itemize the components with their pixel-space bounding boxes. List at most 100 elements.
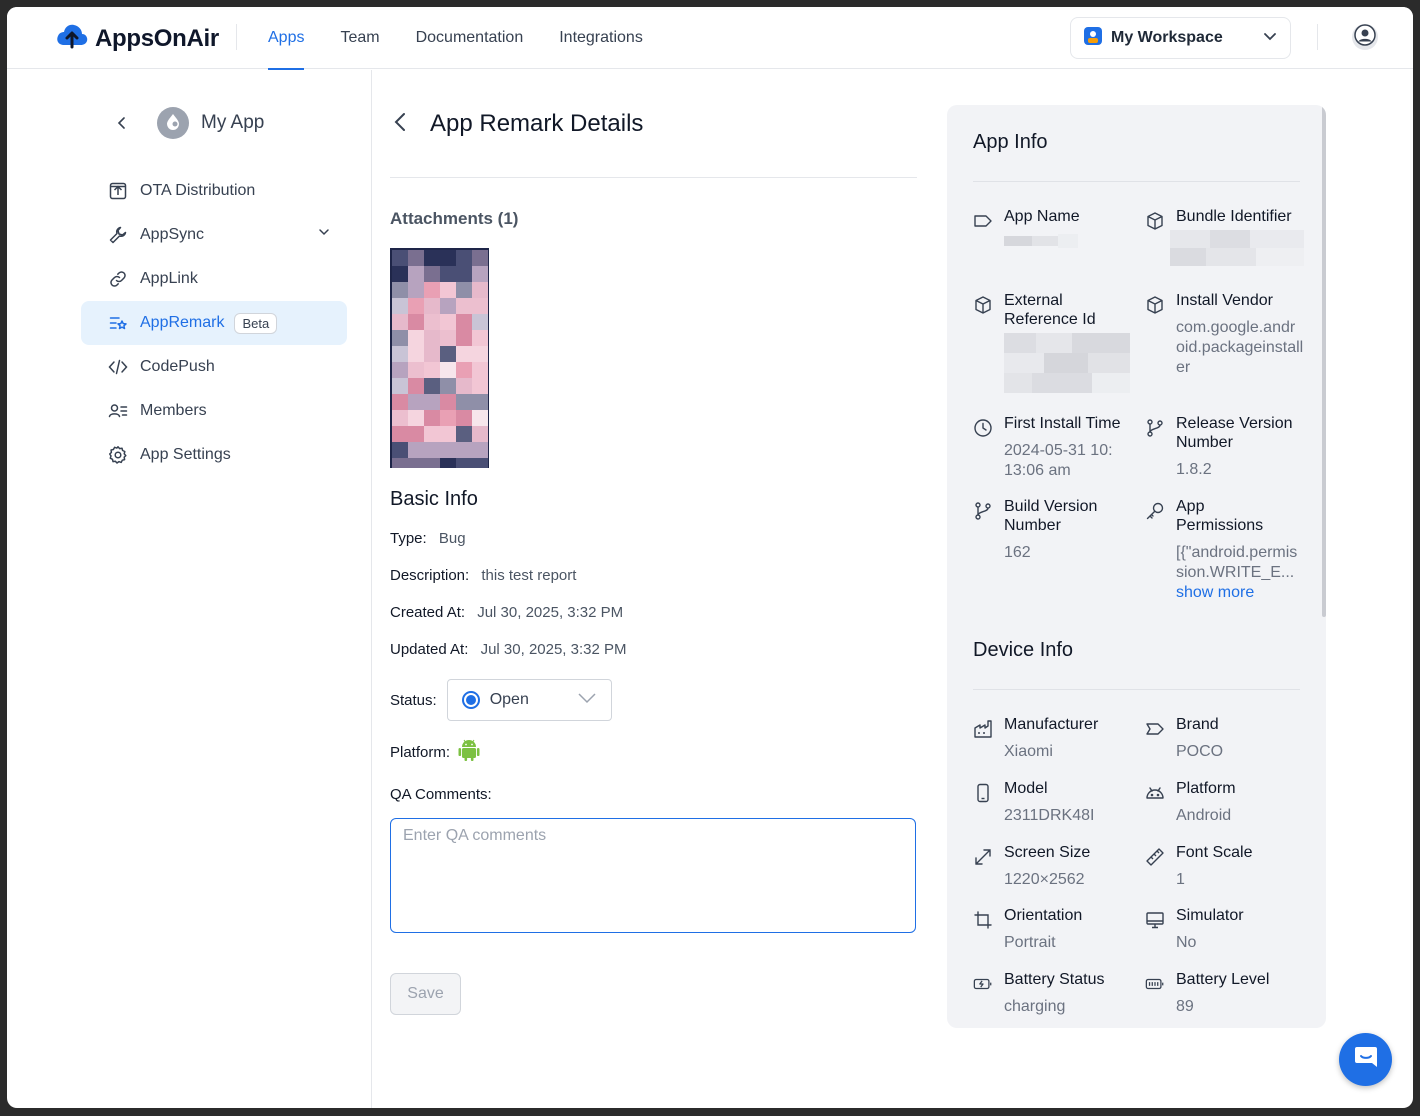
thumbnail-pixel xyxy=(392,250,408,266)
created-row: Created At: Jul 30, 2025, 3:32 PM xyxy=(390,604,623,621)
upload-box-icon xyxy=(108,181,128,201)
workspace-selector[interactable]: My Workspace xyxy=(1070,17,1291,59)
box-icon xyxy=(1145,295,1165,315)
thumbnail-pixel xyxy=(456,266,472,282)
thumbnail-pixel xyxy=(392,298,408,314)
sidebar-item-ota-distribution[interactable]: OTA Distribution xyxy=(81,169,347,213)
status-select[interactable]: Open xyxy=(446,679,612,721)
logo-text: AppsOnAir xyxy=(95,24,219,52)
field-value: Xiaomi xyxy=(1004,743,1053,760)
box-icon xyxy=(973,295,993,315)
panel-scrollbar[interactable] xyxy=(1322,105,1326,617)
show-more-link[interactable]: show more xyxy=(1176,583,1305,603)
sidebar-item-members[interactable]: Members xyxy=(81,389,347,433)
updated-label: Updated At: xyxy=(390,641,469,658)
thumbnail-pixel xyxy=(440,266,456,282)
field-value: 1 xyxy=(1176,871,1185,888)
thumbnail-pixel xyxy=(440,394,456,410)
thumbnail-pixel xyxy=(408,378,424,394)
phone-icon xyxy=(973,783,993,803)
thumbnail-pixel xyxy=(472,442,488,458)
label-icon xyxy=(1145,719,1165,739)
nav-documentation[interactable]: Documentation xyxy=(398,7,542,69)
page-title: App Remark Details xyxy=(430,110,644,137)
field-label: Battery Status xyxy=(1004,971,1105,988)
thumbnail-pixel xyxy=(408,250,424,266)
thumbnail-pixel xyxy=(392,330,408,346)
sidebar-item-appsync[interactable]: AppSync xyxy=(81,213,347,257)
thumbnail-pixel xyxy=(440,282,456,298)
back-arrow-icon[interactable] xyxy=(390,111,412,138)
thumbnail-pixel xyxy=(408,442,424,458)
thumbnail-pixel xyxy=(440,362,456,378)
field-value: 1220×2562 xyxy=(1004,871,1085,888)
field-platform: Platform Android xyxy=(1145,779,1305,826)
top-nav: Apps Team Documentation Integrations xyxy=(250,7,661,70)
field-value: 1.8.2 xyxy=(1176,461,1212,478)
field-value: POCO xyxy=(1176,743,1224,760)
thumbnail-pixel xyxy=(456,458,472,468)
field-value: 89 xyxy=(1176,998,1194,1015)
back-icon[interactable] xyxy=(112,113,132,133)
field-value: 162 xyxy=(1004,544,1031,561)
sidebar-item-codepush[interactable]: CodePush xyxy=(81,345,347,389)
thumbnail-pixel xyxy=(440,378,456,394)
sidebar: My App OTA Distribution AppSync AppLink … xyxy=(7,70,372,1108)
field-label: Install Vendor xyxy=(1176,292,1273,309)
thumbnail-pixel xyxy=(392,442,408,458)
battery-charging-icon xyxy=(973,974,993,994)
app-logo-icon xyxy=(164,112,182,135)
thumbnail-pixel xyxy=(440,330,456,346)
thumbnail-pixel xyxy=(440,426,456,442)
status-open-radio xyxy=(461,691,480,709)
crop-rotate-icon xyxy=(973,910,993,930)
chevron-down-icon[interactable] xyxy=(317,225,331,244)
app-header: My App xyxy=(112,107,264,139)
gear-icon xyxy=(108,445,128,465)
sidebar-item-app-settings[interactable]: App Settings xyxy=(81,433,347,477)
field-label: First Install Time xyxy=(1004,415,1121,432)
user-avatar[interactable] xyxy=(1352,23,1378,50)
thumbnail-pixel xyxy=(472,426,488,442)
thumbnail-pixel xyxy=(456,394,472,410)
thumbnail-pixel xyxy=(424,250,440,266)
sidebar-item-applink[interactable]: AppLink xyxy=(81,257,347,301)
thumbnail-pixel xyxy=(472,282,488,298)
type-value: Bug xyxy=(438,530,466,547)
sidebar-item-appremark[interactable]: AppRemark Beta xyxy=(81,301,347,345)
field-app-name: App Name xyxy=(973,207,1133,254)
field-first-install-time: First Install Time 2024-05-31 10:13:06 a… xyxy=(973,414,1133,481)
qa-comments-input[interactable] xyxy=(390,818,916,933)
thumbnail-pixel xyxy=(392,266,408,282)
thumbnail-pixel xyxy=(408,394,424,410)
field-label: Build Version Number xyxy=(1004,498,1098,534)
chat-support-button[interactable] xyxy=(1339,1033,1392,1086)
app-name: My App xyxy=(201,112,265,133)
field-screen-size: Screen Size 1220×2562 xyxy=(973,843,1133,890)
field-model: Model 2311DRK48I xyxy=(973,779,1133,826)
thumbnail-pixel xyxy=(408,426,424,442)
logo[interactable]: AppsOnAir xyxy=(55,21,219,56)
redacted-value xyxy=(1004,230,1133,254)
save-button[interactable]: Save xyxy=(390,973,461,1015)
android-icon xyxy=(458,738,480,766)
field-label: Model xyxy=(1004,780,1048,797)
box-icon xyxy=(1145,211,1165,231)
members-icon xyxy=(108,401,128,421)
type-label: Type: xyxy=(390,530,427,547)
thumbnail-pixel xyxy=(392,362,408,378)
thumbnail-pixel xyxy=(392,426,408,442)
thumbnail-pixel xyxy=(392,314,408,330)
thumbnail-pixel xyxy=(456,330,472,346)
attachment-thumbnail[interactable] xyxy=(390,248,489,468)
thumbnail-pixel xyxy=(424,394,440,410)
nav-apps[interactable]: Apps xyxy=(250,7,322,70)
attachments-title: Attachments (1) xyxy=(390,209,519,228)
top-header: AppsOnAir Apps Team Documentation Integr… xyxy=(7,7,1413,70)
description-label: Description: xyxy=(390,567,470,584)
sidebar-item-label: AppSync xyxy=(140,226,205,243)
thumbnail-pixel xyxy=(392,394,408,410)
nav-integrations[interactable]: Integrations xyxy=(541,7,661,69)
nav-team[interactable]: Team xyxy=(322,7,397,69)
thumbnail-pixel xyxy=(456,378,472,394)
